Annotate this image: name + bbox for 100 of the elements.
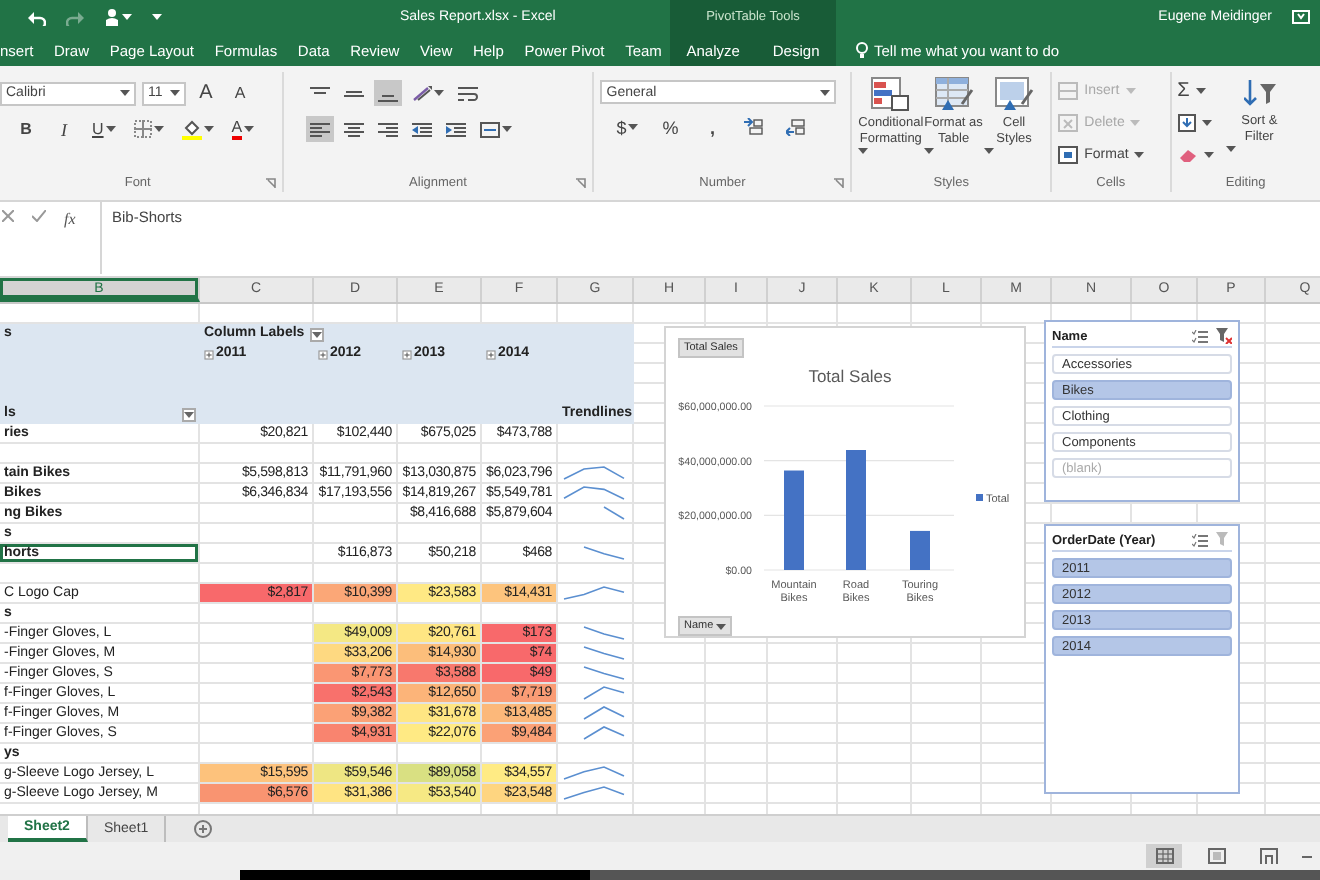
caret-icon: [1134, 152, 1145, 158]
empty-cell: [768, 684, 838, 704]
empty-cell[interactable]: [0, 564, 200, 584]
insert-cells-icon: [1058, 82, 1079, 100]
chart-title: Total Sales: [808, 366, 892, 386]
clear-filter-button[interactable]: [1216, 328, 1232, 344]
window-icon: [1292, 10, 1310, 24]
bar: [910, 530, 930, 570]
empty-cell: [838, 704, 912, 724]
delete-cells-icon: [1058, 114, 1079, 132]
borders-icon: [133, 120, 152, 138]
align-middle-icon: [343, 85, 364, 101]
autosum-button[interactable]: Σ: [1177, 78, 1214, 104]
decrease-decimal-icon: [786, 118, 807, 136]
clear-filter-icon: [1216, 328, 1232, 344]
percent-button[interactable]: %: [656, 114, 685, 140]
caret-icon: [152, 14, 162, 20]
touch-mode-button[interactable]: [104, 8, 132, 26]
ribbon-display-options-button[interactable]: [1292, 10, 1310, 24]
multi-select-icon: [1192, 329, 1208, 343]
empty-cell: [314, 504, 398, 524]
bar: [846, 450, 866, 570]
empty-cell: [398, 444, 482, 464]
caret-icon: [244, 126, 255, 132]
format-cells-icon: [1058, 146, 1079, 164]
bold-button[interactable]: B: [12, 116, 40, 142]
enter-button[interactable]: [32, 210, 46, 222]
align-bottom-button[interactable]: [373, 80, 402, 106]
empty-cell: [706, 764, 768, 784]
empty-cell: [200, 544, 314, 564]
empty-cell: [768, 704, 838, 724]
caret-icon: [170, 90, 180, 96]
decrease-decimal-button[interactable]: [782, 114, 811, 140]
empty-cell: [768, 744, 838, 764]
sort-filter-icon: [1243, 78, 1276, 110]
indent-increase-icon: [445, 121, 466, 137]
empty-cell: [314, 524, 398, 544]
filter-button[interactable]: [310, 327, 325, 341]
caret-icon: [1195, 88, 1206, 94]
format-as-table-icon: [933, 76, 974, 112]
increase-decimal-button[interactable]: [740, 114, 769, 140]
empty-cell: [706, 664, 768, 684]
underline-button[interactable]: U: [88, 116, 120, 142]
align-center-icon: [343, 121, 364, 137]
minus-icon: [1302, 855, 1312, 857]
empty-cell: [838, 764, 912, 784]
currency-button[interactable]: $: [612, 114, 643, 140]
comma-style-button[interactable]: ,: [698, 114, 727, 140]
multi-select-button[interactable]: [1192, 533, 1208, 547]
dialog-launcher-icon: [576, 177, 587, 187]
empty-cell: [706, 744, 768, 764]
clear-filter-icon: [1216, 532, 1232, 548]
empty-cell: [768, 664, 838, 684]
redo-icon: [66, 9, 84, 25]
customize-toolbar-button[interactable]: [152, 14, 162, 20]
add-icon: [194, 820, 213, 838]
empty-cell: [482, 524, 558, 544]
insert-function-button[interactable]: fx: [64, 210, 76, 228]
decrease-font-size-button[interactable]: A: [226, 80, 254, 106]
eraser-icon: [1177, 148, 1198, 162]
filter-button[interactable]: [182, 407, 196, 421]
caret-icon: [858, 148, 869, 154]
align-left-icon: [309, 121, 330, 137]
empty-cell: [768, 724, 838, 744]
empty-cell: [634, 744, 706, 764]
merge-icon: [479, 121, 500, 137]
undo-icon: [28, 9, 46, 25]
bar: [784, 470, 804, 570]
empty-cell: [706, 724, 768, 744]
caret-icon: [820, 89, 831, 95]
check-icon: [32, 210, 46, 222]
borders-button[interactable]: [129, 116, 168, 142]
fill-button[interactable]: [1177, 110, 1214, 136]
empty-cell: [768, 764, 838, 784]
align-left-button[interactable]: [305, 116, 334, 142]
new-sheet-button[interactable]: [194, 816, 213, 842]
empty-cell[interactable]: [0, 444, 200, 464]
merge-button[interactable]: [475, 116, 516, 142]
undo-button[interactable]: [28, 9, 46, 25]
multi-select-button[interactable]: [1192, 329, 1208, 343]
font-color-button[interactable]: A: [227, 116, 259, 142]
caret-icon: [715, 623, 726, 629]
caret-icon: [153, 126, 164, 132]
caret-icon: [1130, 120, 1141, 126]
fill-color-button[interactable]: [177, 116, 218, 142]
caret-icon: [120, 90, 130, 96]
normal-view-button[interactable]: [1146, 844, 1182, 868]
caret-icon: [312, 331, 323, 337]
expand-icon: [486, 349, 496, 359]
caret-icon: [184, 411, 194, 417]
cancel-button[interactable]: [2, 210, 14, 222]
increase-font-size-button[interactable]: A: [192, 80, 220, 106]
conditional-formatting-icon: [870, 76, 911, 112]
empty-cell: [838, 664, 912, 684]
page-break-icon: [1259, 848, 1277, 864]
align-right-icon: [377, 121, 398, 137]
caret-icon: [628, 124, 639, 130]
italic-button[interactable]: I: [50, 116, 78, 142]
increase-decimal-icon: [744, 118, 765, 136]
caret-icon: [122, 14, 132, 20]
